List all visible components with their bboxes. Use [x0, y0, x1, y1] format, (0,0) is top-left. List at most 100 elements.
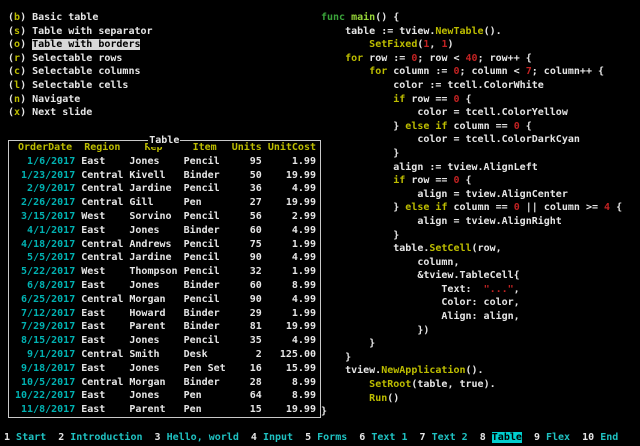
code-line: } [321, 351, 622, 365]
status-item-forms[interactable]: 5 Forms [305, 432, 347, 443]
table-cell: Pencil [184, 265, 226, 279]
table-row: 3/15/2017WestSorvinoPencil562.99 [15, 210, 316, 224]
table-cell: 19.99 [268, 169, 316, 183]
table-cell: 5/5/2017 [15, 251, 75, 265]
table-cell: 1.99 [268, 265, 316, 279]
table-cell: 15.99 [268, 362, 316, 376]
status-item-label: End [600, 432, 618, 443]
table-cell: 35 [232, 334, 262, 348]
code-token: } [321, 352, 351, 363]
table-cell: Central [81, 348, 123, 362]
table-cell: 19.99 [268, 196, 316, 210]
table-cell: East [81, 403, 123, 417]
table-cell: 95 [232, 155, 262, 169]
status-item-start[interactable]: 1 Start [4, 432, 46, 443]
terminal-screen: (b) Basic table(s) Table with separator(… [0, 0, 640, 446]
table-cell: Binder [184, 169, 226, 183]
status-item-input[interactable]: 4 Input [251, 432, 293, 443]
menu-item-c[interactable]: (c) Selectable columns [8, 65, 153, 79]
table-cell: 10/22/2017 [15, 389, 75, 403]
table-cell: West [81, 265, 123, 279]
code-token: ; row < [417, 53, 465, 64]
menu-item-x[interactable]: (x) Next slide [8, 106, 153, 120]
code-token: { [610, 202, 622, 213]
code-line: Text: "...", [321, 283, 622, 297]
table-cell: Pencil [184, 155, 226, 169]
menu-item-r[interactable]: (r) Selectable rows [8, 52, 153, 66]
menu-item-o[interactable]: (o) Table with borders [8, 38, 153, 52]
status-item-number: 5 [305, 432, 317, 443]
code-line: table.SetCell(row, [321, 242, 622, 256]
status-item-number: 8 [480, 432, 492, 443]
status-item-introduction[interactable]: 2 Introduction [58, 432, 142, 443]
code-line: func main() { [321, 11, 622, 25]
table-cell: 11/8/2017 [15, 403, 75, 417]
table-cell: 28 [232, 376, 262, 390]
table-cell: Pencil [184, 238, 226, 252]
table-cell: Gill [129, 196, 177, 210]
status-item-text-1[interactable]: 6 Text 1 [359, 432, 407, 443]
code-line: } [321, 405, 622, 419]
code-token: if [435, 202, 447, 213]
code-token: ; column < [460, 66, 526, 77]
code-token: Align: align, [321, 311, 520, 322]
table-cell: 1/23/2017 [15, 169, 75, 183]
code-token: column, [321, 257, 459, 268]
code-token: row == [405, 94, 453, 105]
code-token: main [351, 12, 375, 23]
table-cell: Pencil [184, 293, 226, 307]
code-token: align = tview.AlignCenter [321, 189, 568, 200]
table-cell: Pencil [184, 182, 226, 196]
code-token: (). [484, 26, 502, 37]
code-line: &tview.TableCell{ [321, 269, 622, 283]
slide-status-bar: 1 Start 2 Introduction 3 Hello, world 4 … [0, 431, 640, 446]
code-token [321, 94, 393, 105]
status-item-end[interactable]: 10 End [582, 432, 618, 443]
status-item-number: 9 [534, 432, 546, 443]
code-token: table := tview. [321, 26, 435, 37]
code-token [321, 53, 345, 64]
paren: ) [20, 80, 32, 91]
menu-item-n[interactable]: (n) Navigate [8, 93, 153, 107]
table-cell: Pen [184, 389, 226, 403]
table-cell: 81 [232, 320, 262, 334]
table-cell: Binder [184, 376, 226, 390]
table-cell: Andrews [129, 238, 177, 252]
code-token: if [393, 175, 405, 186]
table-cell: 4.99 [268, 251, 316, 265]
status-item-text-2[interactable]: 7 Text 2 [420, 432, 468, 443]
table-row: 1/6/2017EastJonesPencil951.99 [15, 155, 316, 169]
table-row: 2/26/2017CentralGillPen2719.99 [15, 196, 316, 210]
table-cell: East [81, 334, 123, 348]
table-header-cell: OrderDate [15, 141, 75, 155]
status-item-table[interactable]: 8 Table [480, 432, 522, 443]
code-line: if row == 0 { [321, 174, 622, 188]
status-item-number: 3 [155, 432, 167, 443]
status-item-label: Text 1 [371, 432, 407, 443]
menu-item-l[interactable]: (l) Selectable cells [8, 79, 153, 93]
status-item-hello-world[interactable]: 3 Hello, world [155, 432, 239, 443]
table-cell: Jones [129, 155, 177, 169]
table-row: 5/22/2017WestThompsonPencil321.99 [15, 265, 316, 279]
status-item-label: Start [16, 432, 46, 443]
code-token: align = tview.AlignRight [321, 216, 562, 227]
code-token: NewApplication [381, 365, 465, 376]
code-line: } [321, 337, 622, 351]
code-line: color = tcell.ColorYellow [321, 106, 622, 120]
code-token: if [435, 121, 447, 132]
table-row: 2/9/2017CentralJardinePencil364.99 [15, 182, 316, 196]
status-item-flex[interactable]: 9 Flex [534, 432, 570, 443]
menu-item-b[interactable]: (b) Basic table [8, 11, 153, 25]
code-token: } [321, 230, 399, 241]
menu-item-s[interactable]: (s) Table with separator [8, 25, 153, 39]
table-cell: East [81, 389, 123, 403]
code-token: } [321, 338, 375, 349]
table-header-cell: Item [184, 141, 226, 155]
table-cell: 9/18/2017 [15, 362, 75, 376]
menu-item-label: Selectable rows [32, 53, 122, 64]
table-cell: Pencil [184, 210, 226, 224]
table-cell: West [81, 210, 123, 224]
paren: ) [20, 107, 32, 118]
status-item-label: Forms [317, 432, 347, 443]
code-line: Align: align, [321, 310, 622, 324]
